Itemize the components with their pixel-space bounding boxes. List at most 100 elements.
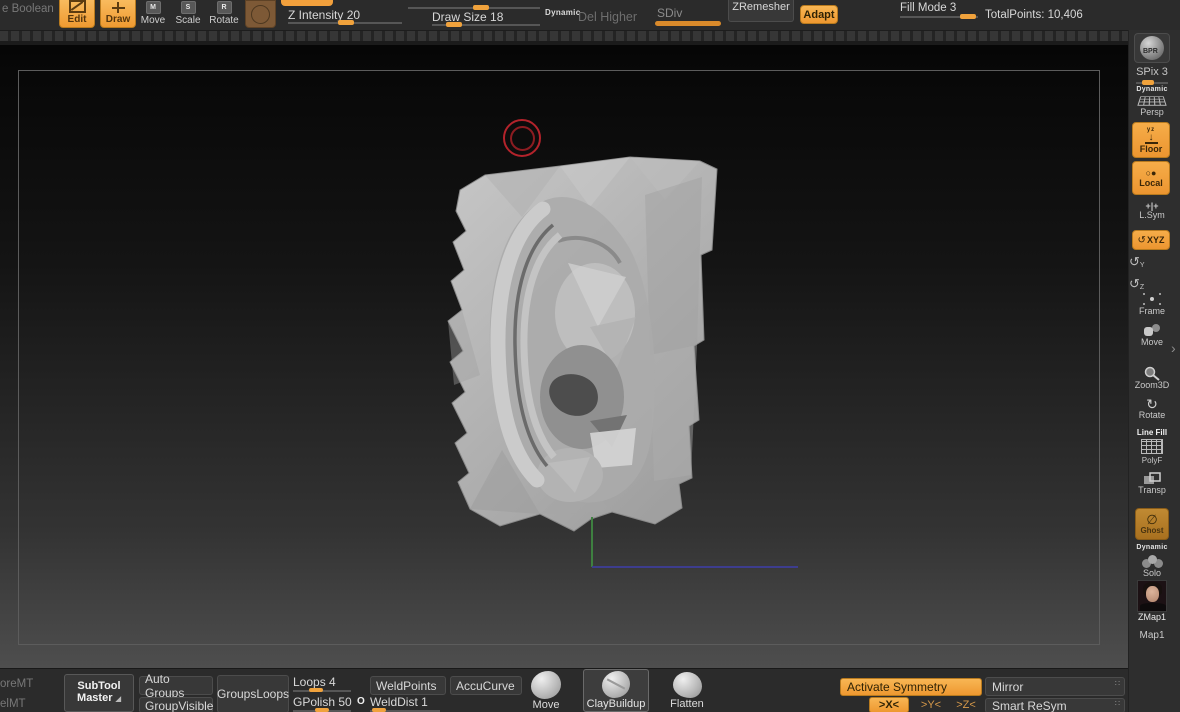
group-visible-button[interactable]: GroupVisible <box>139 697 213 712</box>
right-shelf: BPR SPix 3 Dynamic Persp yz ↓ Floor ○● L… <box>1128 30 1180 712</box>
weld-points-button[interactable]: WeldPoints <box>370 676 446 695</box>
auto-groups-button[interactable]: Auto Groups <box>139 672 213 700</box>
mirror-button[interactable]: Mirror ∷ <box>985 677 1125 696</box>
local-label: Local <box>1139 178 1163 188</box>
del-mt-button[interactable]: elMT <box>0 698 26 710</box>
xyz-rotate-button[interactable]: ↺ XYZ <box>1132 230 1170 250</box>
loops-slider[interactable]: Loops 4 <box>293 675 353 693</box>
sdiv-bar[interactable] <box>655 21 721 26</box>
del-higher-button[interactable]: Del Higher <box>578 10 637 24</box>
persp-dynamic-label: Dynamic <box>1136 86 1168 93</box>
zoom-3d-button[interactable]: Zoom3D <box>1129 366 1175 390</box>
sym-y-label: >Y< <box>920 699 942 711</box>
solo-label: Solo <box>1142 568 1161 578</box>
radio-dot-icon[interactable]: O <box>357 696 365 707</box>
draw-size-handle[interactable] <box>446 22 462 27</box>
brush-claybuildup[interactable]: ClayBuildup <box>583 669 649 712</box>
rotate-3d-button[interactable]: ↻ Rotate <box>1129 397 1175 420</box>
lsym-label: L.Sym <box>1139 210 1165 220</box>
brush-claybuildup-label: ClayBuildup <box>586 698 646 710</box>
crosshair-icon <box>111 2 125 13</box>
z-intensity-slider[interactable]: Z Intensity 20 <box>288 6 404 26</box>
xyz-rotate-icon: ↺ <box>1137 234 1146 246</box>
rotate-y-button[interactable]: ↺ Y <box>1129 254 1175 270</box>
gpolish-handle[interactable] <box>315 708 329 712</box>
group-visible-label: GroupVisible <box>145 698 214 712</box>
polyf-label: PolyF <box>1141 456 1163 465</box>
brush-flatten[interactable]: Flatten <box>664 672 710 712</box>
move-key-icon: M <box>145 1 161 14</box>
zmap-thumbnail[interactable] <box>1137 580 1167 612</box>
viewport-canvas[interactable] <box>0 45 1128 668</box>
magnifier-icon <box>1144 366 1160 381</box>
rotate-z-button[interactable]: ↺ Z <box>1129 276 1175 292</box>
gpolish-slider[interactable]: GPolish 50 <box>293 695 353 712</box>
groups-loops-label: GroupsLoops <box>216 687 290 701</box>
brush-claybuildup-thumb <box>602 671 630 698</box>
bpr-button[interactable]: BPR <box>1134 33 1170 63</box>
brush-move[interactable]: Move <box>525 671 567 712</box>
weld-dist-handle[interactable] <box>372 708 386 712</box>
loops-handle[interactable] <box>309 688 323 692</box>
edit-button[interactable]: Edit <box>59 0 95 28</box>
weld-dist-slider[interactable]: WeldDist 1 <box>370 695 442 712</box>
zremesher-button[interactable]: ZRemesher <box>728 0 794 22</box>
gpolish-label: GPolish 50 <box>293 695 352 709</box>
tray-collapse-arrow[interactable]: › <box>1171 340 1176 356</box>
dynamic-draw-label[interactable]: Dynamic <box>545 8 580 17</box>
spix-handle[interactable] <box>1142 80 1154 85</box>
live-boolean-label[interactable]: e Boolean <box>2 3 54 15</box>
bpr-sphere-icon: BPR <box>1140 36 1164 60</box>
sym-x-button[interactable]: >X< <box>869 697 909 712</box>
hand-icon <box>1144 324 1160 336</box>
move-3d-button[interactable]: Move <box>1129 323 1175 347</box>
solo-group[interactable]: Dynamic Solo <box>1129 544 1175 578</box>
persp-button[interactable]: Dynamic Persp <box>1129 86 1175 117</box>
draw-label: Draw <box>105 14 131 25</box>
z-intensity-handle[interactable] <box>338 20 354 25</box>
frame-button[interactable]: Frame <box>1129 292 1175 316</box>
move-3d-label: Move <box>1140 337 1163 347</box>
transp-button[interactable]: Transp <box>1129 472 1175 495</box>
rotate-y-icon: ↺ <box>1129 254 1140 269</box>
transp-label: Transp <box>1138 485 1166 495</box>
spix-slider[interactable]: SPix 3 <box>1129 66 1175 86</box>
ghost-button[interactable]: ∅ Ghost <box>1135 508 1169 540</box>
sdiv-slider[interactable]: SDiv <box>655 4 725 26</box>
auto-groups-label: Auto Groups <box>145 671 185 700</box>
sym-z-button[interactable]: >Z< <box>948 697 984 712</box>
fill-mode-slider[interactable]: Fill Mode 3 <box>900 0 980 22</box>
adapt-label: Adapt <box>803 8 835 21</box>
store-mt-button[interactable]: oreMT <box>0 678 33 690</box>
move-mode-button[interactable]: M Move <box>136 0 170 28</box>
ghost-label: Ghost <box>1140 526 1164 535</box>
subtool-master-button[interactable]: SubTool Master ◢ <box>64 674 134 712</box>
mirror-mini-icon: ∷ <box>1114 679 1120 688</box>
move-label: Move <box>140 15 166 26</box>
smart-resym-button[interactable]: Smart ReSym ∷ <box>985 698 1125 712</box>
floor-button[interactable]: yz ↓ Floor <box>1132 122 1170 158</box>
fill-mode-handle[interactable] <box>960 14 976 19</box>
rotate-z-icon: ↺ <box>1129 276 1140 291</box>
current-brush-button[interactable] <box>245 0 276 28</box>
ear-model-sculpt[interactable] <box>440 145 730 550</box>
lsym-button[interactable]: +|+ L.Sym <box>1129 202 1175 220</box>
accu-curve-button[interactable]: AccuCurve <box>450 676 522 695</box>
portrait-face <box>1146 586 1159 602</box>
draw-button[interactable]: Draw <box>100 0 136 28</box>
zremesher-label: ZRemesher <box>732 1 790 13</box>
scale-mode-button[interactable]: S Scale <box>171 0 205 28</box>
draw-size-slider[interactable]: Draw Size 18 <box>432 8 542 28</box>
brush-move-thumb <box>531 671 561 699</box>
sym-y-button[interactable]: >Y< <box>913 697 949 712</box>
map1-label[interactable]: Map1 <box>1129 630 1175 641</box>
line-fill-group[interactable]: Line Fill PolyF <box>1129 428 1175 465</box>
frame-label: Frame <box>1138 306 1165 316</box>
sdiv-label: SDiv <box>657 6 683 20</box>
local-button[interactable]: ○● Local <box>1132 161 1170 195</box>
groups-loops-button[interactable]: GroupsLoops <box>217 675 289 712</box>
rotate-mode-button[interactable]: R Rotate <box>207 0 241 28</box>
adapt-button[interactable]: Adapt <box>800 5 838 24</box>
thumbnail-strip[interactable] <box>0 30 1180 45</box>
activate-symmetry-button[interactable]: Activate Symmetry <box>840 678 982 696</box>
